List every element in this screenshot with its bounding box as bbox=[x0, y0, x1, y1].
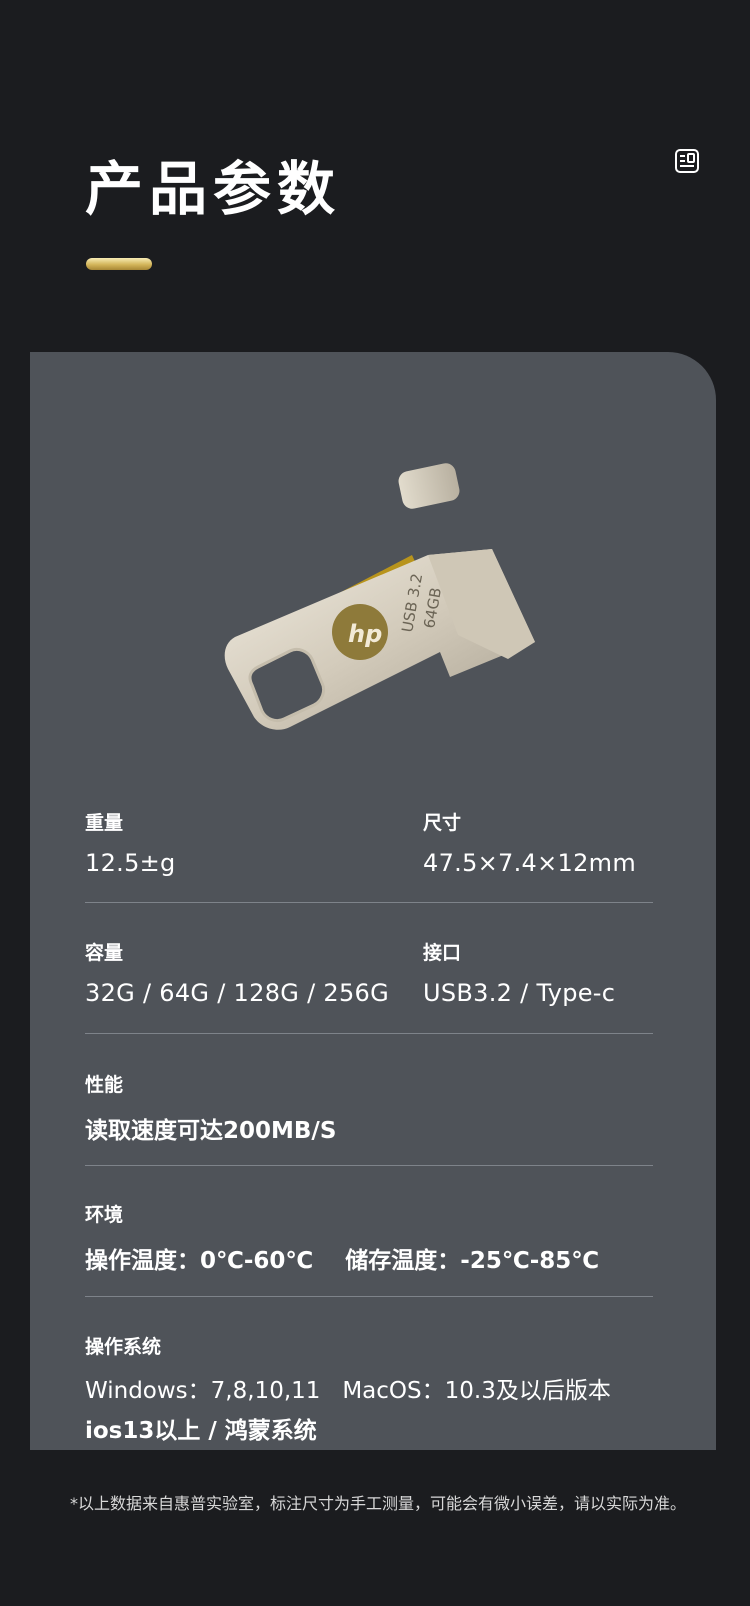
spec-environment-value: 操作温度：0℃-60℃ 储存温度：-25℃-85℃ bbox=[85, 1248, 600, 1274]
hp-usb-drive-image: hp USB 3.2 64GB bbox=[224, 463, 535, 730]
spec-capacity-label: 容量 bbox=[85, 942, 124, 964]
product-spec-page: 产品参数 hp USB 3.2 64GB 重量 12.5±g 尺寸 47.5×7… bbox=[0, 0, 750, 1606]
spec-performance-value: 读取速度可达200MB/S bbox=[85, 1118, 337, 1144]
divider bbox=[85, 1033, 653, 1034]
spec-interface: 接口 USB3.2 / Type-c bbox=[423, 938, 615, 1007]
spec-size-label: 尺寸 bbox=[423, 812, 462, 834]
spec-interface-value: USB3.2 / Type-c bbox=[423, 979, 616, 1007]
hp-logo: hp bbox=[348, 620, 382, 648]
spec-sheet-icon bbox=[675, 149, 699, 173]
spec-capacity-value: 32G / 64G / 128G / 256G bbox=[85, 979, 390, 1007]
spec-os-line1: Windows：7,8,10,11 MacOS：10.3及以后版本 bbox=[85, 1378, 611, 1404]
spec-weight-label: 重量 bbox=[85, 812, 124, 834]
spec-weight: 重量 12.5±g bbox=[85, 808, 176, 877]
page-title: 产品参数 bbox=[85, 155, 342, 223]
spec-environment: 环境 操作温度：0℃-60℃ 储存温度：-25℃-85℃ bbox=[85, 1200, 599, 1275]
divider bbox=[85, 1296, 653, 1297]
spec-size: 尺寸 47.5×7.4×12mm bbox=[423, 808, 636, 877]
title-underline-accent bbox=[86, 258, 152, 270]
spec-environment-label: 环境 bbox=[85, 1204, 124, 1226]
footer-note: *以上数据来自惠普实验室，标注尺寸为手工测量，可能会有微小误差，请以实际为准。 bbox=[70, 1494, 687, 1513]
spec-performance-label: 性能 bbox=[85, 1074, 124, 1096]
spec-os-line2: ios13以上 / 鸿蒙系统 bbox=[85, 1418, 317, 1444]
divider bbox=[85, 1165, 653, 1166]
spec-weight-value: 12.5±g bbox=[85, 849, 176, 877]
spec-size-value: 47.5×7.4×12mm bbox=[423, 849, 637, 877]
spec-interface-label: 接口 bbox=[423, 942, 462, 964]
spec-capacity: 容量 32G / 64G / 128G / 256G bbox=[85, 938, 389, 1007]
spec-os: 操作系统 Windows：7,8,10,11 MacOS：10.3及以后版本 i… bbox=[85, 1332, 611, 1445]
spec-card: hp USB 3.2 64GB 重量 12.5±g 尺寸 47.5×7.4×12… bbox=[30, 352, 716, 1450]
spec-os-label: 操作系统 bbox=[85, 1336, 162, 1358]
spec-performance: 性能 读取速度可达200MB/S bbox=[85, 1070, 336, 1145]
divider bbox=[85, 902, 653, 903]
